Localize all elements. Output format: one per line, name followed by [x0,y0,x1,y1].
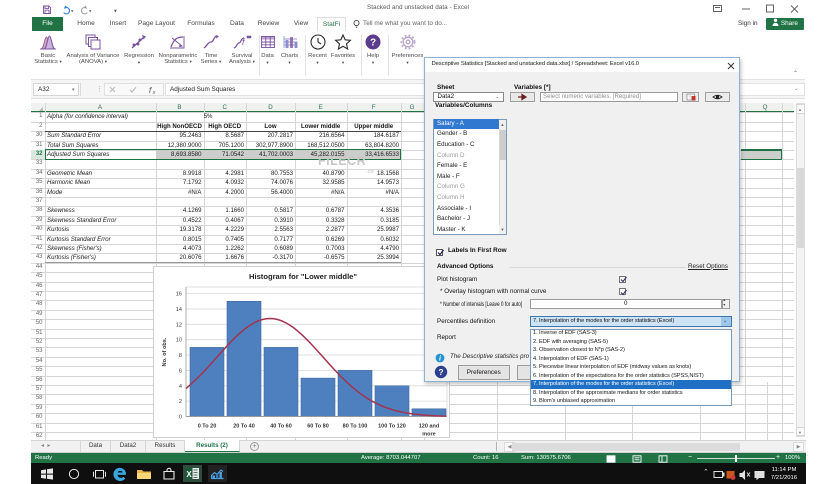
svg-text:▾: ▾ [71,10,74,15]
svg-text:60 To 80: 60 To 80 [307,424,329,430]
svg-text:2: 2 [179,399,182,405]
svg-text:No. of obs.: No. of obs. [162,337,168,366]
svg-text:X: X [186,470,192,479]
svg-text:100 To 120: 100 To 120 [378,424,406,430]
svg-text:12: 12 [176,322,182,328]
svg-text:4: 4 [179,384,182,390]
svg-text:120 and: 120 and [419,424,439,430]
svg-text:▾: ▾ [89,10,92,15]
svg-text:20 To 40: 20 To 40 [233,424,255,430]
svg-text:40 To 60: 40 To 60 [270,424,292,430]
svg-text:Histogram for "Lower middle": Histogram for "Lower middle" [249,272,357,281]
svg-text:f: f [242,37,246,47]
svg-text:x: x [152,90,156,96]
svg-text:▾: ▾ [114,9,117,15]
svg-text:0 To 20: 0 To 20 [198,424,217,430]
svg-text:10: 10 [176,338,182,344]
svg-text:0: 0 [179,415,182,421]
svg-text:8: 8 [179,353,182,359]
svg-text:more: more [422,432,435,438]
svg-text:?: ? [438,367,443,377]
svg-text:6: 6 [179,368,182,374]
svg-text:16: 16 [176,292,182,298]
svg-text:14: 14 [176,307,182,313]
svg-text:80 To 100: 80 To 100 [343,424,368,430]
svg-text:?: ? [370,38,376,49]
